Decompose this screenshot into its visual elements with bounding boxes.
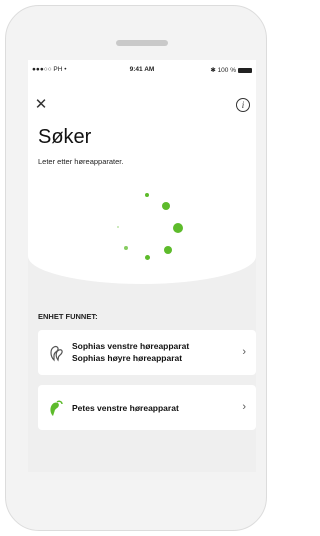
spinner-dot [173, 223, 183, 233]
chevron-right-icon: › [242, 401, 246, 413]
devices-found-label: ENHET FUNNET: [38, 312, 98, 321]
hearing-aid-icon [50, 400, 63, 416]
app-screen: ●●●○○ PH • 9:41 AM ✱ 100 % ✕ i Søker Let… [28, 60, 256, 472]
device-name: Petes venstre høreapparat [72, 403, 179, 413]
hearing-aid-pair-icon [50, 345, 63, 362]
spinner-dot [145, 255, 150, 260]
spinner-dot [117, 226, 119, 228]
spinner-dot [162, 202, 170, 210]
chevron-right-icon: › [242, 346, 246, 358]
spinner-dot [145, 193, 149, 197]
device-name-left: Sophias venstre høreapparat [72, 341, 190, 351]
loading-spinner [28, 60, 256, 284]
spinner-dot [124, 246, 128, 250]
device-name-right: Sophias høyre høreapparat [72, 353, 183, 363]
phone-frame: ●●●○○ PH • 9:41 AM ✱ 100 % ✕ i Søker Let… [5, 5, 267, 531]
spinner-dot [164, 246, 172, 254]
device-card-pete[interactable]: Petes venstre høreapparat › [38, 385, 256, 430]
phone-speaker [116, 40, 168, 46]
device-card-sophia[interactable]: Sophias venstre høreapparat Sophias høyr… [38, 330, 256, 375]
